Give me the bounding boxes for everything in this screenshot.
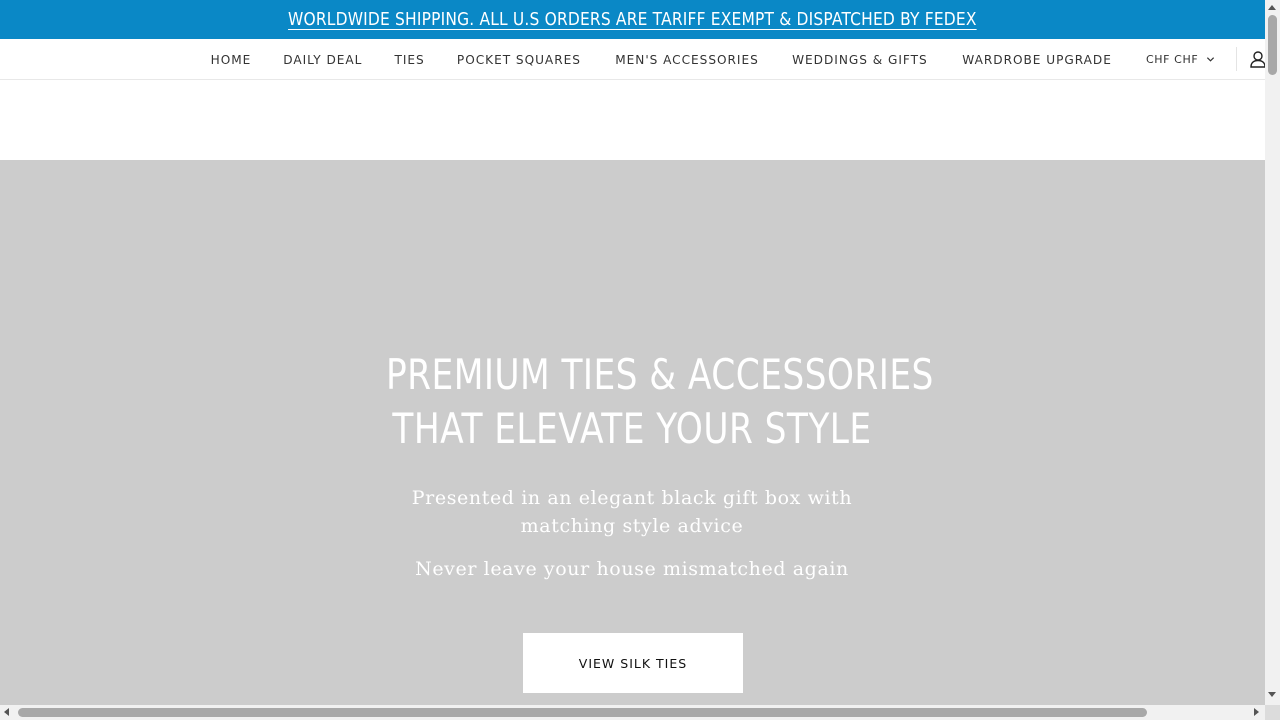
nav-item-daily-deal[interactable]: DAILY DEAL <box>269 52 377 67</box>
hero-title-line-1: PREMIUM TIES & ACCESSORIES <box>386 350 934 399</box>
nav-divider <box>1236 47 1237 71</box>
nav-item-weddings-gifts[interactable]: WEDDINGS & GIFTS <box>778 52 943 67</box>
scroll-left-arrow-icon[interactable] <box>4 708 9 716</box>
currency-selector[interactable]: CHF CHF <box>1146 39 1215 79</box>
horizontal-scrollbar[interactable] <box>0 705 1265 720</box>
hero-subtitle: Presented in an elegant black gift box w… <box>411 487 853 537</box>
scroll-right-arrow-icon[interactable] <box>1254 708 1259 716</box>
scroll-down-arrow-icon[interactable] <box>1268 692 1276 697</box>
announcement-bar: WORLDWIDE SHIPPING. ALL U.S ORDERS ARE T… <box>0 0 1265 39</box>
hero-title: PREMIUM TIES & ACCESSORIES THAT ELEVATE … <box>386 348 934 456</box>
nav-item-pocket-squares[interactable]: POCKET SQUARES <box>442 52 595 67</box>
view-silk-ties-button[interactable]: VIEW SILK TIES <box>523 633 743 693</box>
horizontal-scroll-thumb[interactable] <box>18 708 1147 717</box>
nav-item-home[interactable]: HOME <box>196 52 266 67</box>
scrollbar-corner <box>1265 705 1280 720</box>
nav-item-mens-accessories[interactable]: MEN'S ACCESSORIES <box>600 52 773 67</box>
vertical-scroll-thumb[interactable] <box>1268 15 1277 75</box>
hero-banner: PREMIUM TIES & ACCESSORIES THAT ELEVATE … <box>0 160 1265 705</box>
user-account-icon[interactable] <box>1248 49 1265 69</box>
announcement-link[interactable]: WORLDWIDE SHIPPING. ALL U.S ORDERS ARE T… <box>288 9 977 30</box>
nav-item-ties[interactable]: TIES <box>379 52 438 67</box>
nav-links: HOME DAILY DEAL TIES POCKET SQUARES MEN'… <box>195 39 1129 79</box>
hero-title-line-2: THAT ELEVATE YOUR STYLE <box>392 404 872 453</box>
chevron-down-icon <box>1207 56 1215 62</box>
page-viewport: WORLDWIDE SHIPPING. ALL U.S ORDERS ARE T… <box>0 0 1265 705</box>
nav-item-wardrobe-upgrade[interactable]: WARDROBE UPGRADE <box>948 52 1127 67</box>
currency-label: CHF CHF <box>1146 52 1199 66</box>
scroll-up-arrow-icon[interactable] <box>1268 5 1276 10</box>
hero-tagline: Never leave your house mismatched again <box>415 558 849 580</box>
main-navigation: HOME DAILY DEAL TIES POCKET SQUARES MEN'… <box>0 39 1265 80</box>
vertical-scrollbar[interactable] <box>1265 0 1280 705</box>
